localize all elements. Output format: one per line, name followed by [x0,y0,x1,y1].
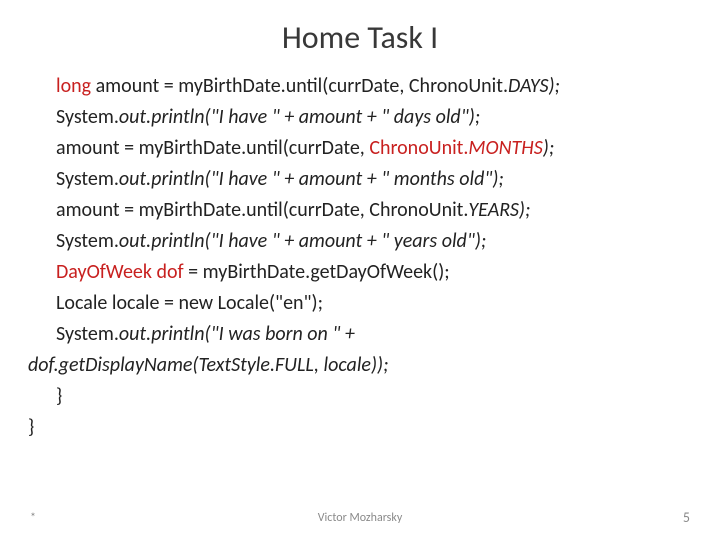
kw-long: long [56,74,91,98]
enum-days: DAYS); [508,74,560,98]
code-line: System.out.println("I have " + amount + … [28,226,692,257]
code-text: System. [56,105,119,129]
code-text: ); [543,136,554,160]
code-text: out.println("I have " + amount + " years… [119,229,486,253]
code-text: System. [56,167,119,191]
code-line: dof.getDisplayName(TextStyle.FULL, local… [28,350,692,381]
code-brace: } [28,381,692,412]
code-line: long amount = myBirthDate.until(currDate… [28,71,692,102]
code-text: amount = myBirthDate.until(currDate, Chr… [91,74,508,98]
code-text: amount = myBirthDate.until(currDate, [56,136,369,160]
code-line: amount = myBirthDate.until(currDate, Chr… [28,133,692,164]
code-line: System.out.println("I have " + amount + … [28,164,692,195]
code-line: amount = myBirthDate.until(currDate, Chr… [28,195,692,226]
footer-author: Victor Mozharsky [60,511,660,525]
code-text: out.println("I was born on " + [119,322,360,346]
code-text: System. [56,229,119,253]
type-chronounit: ChronoUnit. [369,136,468,160]
code-line: System.out.println("I was born on " + [28,319,692,350]
footer-bullet: * [30,511,60,525]
type-dayofweek: DayOfWeek dof [56,260,184,284]
code-text: amount = myBirthDate.until(currDate, Chr… [56,198,468,222]
code-line: DayOfWeek dof = myBirthDate.getDayOfWeek… [28,257,692,288]
slide-title: Home Task I [0,0,720,71]
enum-years: YEARS); [468,198,530,222]
code-text: System. [56,322,119,346]
code-line: System.out.println("I have " + amount + … [28,102,692,133]
code-brace: } [28,412,692,443]
code-text: Locale locale = new Locale("en"); [56,291,323,315]
page-number: 5 [660,509,690,526]
code-text: out.println("I have " + amount + " month… [119,167,504,191]
code-text: = myBirthDate.getDayOfWeek(); [184,260,450,284]
code-block: long amount = myBirthDate.until(currDate… [0,71,720,443]
code-text: dof.getDisplayName(TextStyle.FULL, local… [28,353,388,377]
code-line: Locale locale = new Locale("en"); [28,288,692,319]
code-text: out.println("I have " + amount + " days … [119,105,480,129]
enum-months: MONTHS [468,136,542,160]
footer: * Victor Mozharsky 5 [0,509,720,526]
